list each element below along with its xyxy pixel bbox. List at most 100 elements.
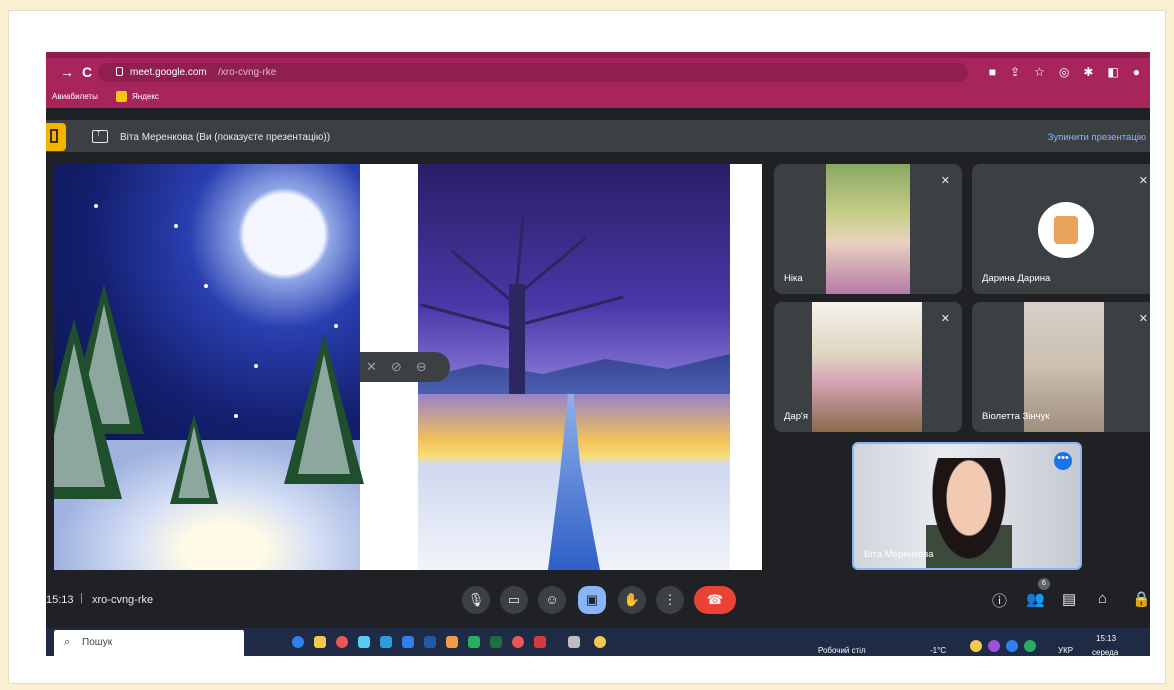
stop-presenting-button[interactable]: Зупинити презентацію [1048,132,1146,143]
presenter-text: Віта Меренкова (Ви (показуєте презентаці… [120,132,331,143]
painting-star [254,364,258,368]
store-icon[interactable] [380,636,392,648]
microphone-icon: 🎙 [467,592,485,607]
hand-icon: ✋ [623,592,641,607]
meet-logo-icon [46,123,66,151]
edge-icon[interactable] [292,636,304,648]
app-icon[interactable] [424,636,436,648]
mic-off-icon[interactable]: ✕ [366,359,377,375]
camera-icon[interactable]: ■ [989,65,996,79]
self-video-tile[interactable]: ••• Віта Меренкова [852,442,1082,570]
raise-hand-button[interactable]: ✋ [618,586,646,614]
browser-toolbar-icons: ■ ⇪ ☆ ◎ ✱ ◧ ● [989,65,1140,79]
present-screen-icon [92,128,108,143]
bookmark-flights[interactable]: Авиабилеты [52,92,98,101]
painting-tree-small [170,414,218,504]
language-indicator[interactable]: УКР [1058,646,1073,655]
puzzle-icon[interactable]: ✱ [1083,65,1093,79]
url-path: /xro-cvng-rke [218,67,277,78]
address-bar: → C meet.google.com /xro-cvng-rke ■ ⇪ ☆ … [46,58,1150,86]
participant-tile[interactable]: ✕ Ніка [774,164,962,294]
search-input[interactable]: Пошук [82,637,112,648]
presentation-controls: ✕ ⊘ ⊖ [360,352,450,382]
meeting-time: 15:13 [46,594,74,606]
emoji-icon: ☺ [545,592,559,607]
yandex-icon [116,91,127,102]
participant-tile[interactable]: ✕ Дарина Дарина [972,164,1150,294]
self-video [926,458,1012,568]
painting-star [204,284,208,288]
opera-icon[interactable] [512,636,524,648]
more-button[interactable]: ⋮ [656,586,684,614]
search-icon: ⌕ [64,636,71,648]
participant-video [812,302,922,432]
taskbar-time: 15:13 [1096,634,1117,643]
temperature: -1°C [930,646,947,655]
participant-video [826,164,910,294]
participant-name: Ніка [784,273,803,284]
painting-star [234,414,238,418]
profile-avatar-icon[interactable]: ● [1133,65,1140,79]
painting-tree-left-2 [54,319,122,499]
people-icon[interactable]: 👥 [1026,590,1045,608]
taskbar-search[interactable]: ⌕ Пошук [54,630,244,656]
bookmarks-bar: Авиабилеты Яндекс [46,86,1150,108]
host-controls-icon[interactable]: 🔒 [1132,590,1150,608]
screen: → C meet.google.com /xro-cvng-rke ■ ⇪ ☆ … [46,52,1150,656]
camera-icon: ▭ [507,592,521,607]
lock-icon [116,67,123,76]
mic-off-icon: ✕ [1138,175,1148,187]
reload-icon[interactable]: C [82,64,92,80]
tray-icon[interactable] [1006,640,1018,652]
separator: | [80,592,83,604]
app-icon[interactable] [490,636,502,648]
url-host: meet.google.com [130,67,207,78]
painting-star [334,324,338,328]
presentation-stage: ✕ ⊘ ⊖ [54,164,762,570]
excel-icon[interactable] [468,636,480,648]
more-vert-icon: ⋮ [663,592,677,607]
sidepanel-icon[interactable]: ◧ [1107,65,1118,79]
painting-tree-right [284,334,364,484]
present-button[interactable]: ▣ [578,586,606,614]
end-call-button[interactable]: ☎ [694,586,736,614]
star-icon[interactable]: ☆ [1034,65,1045,79]
minimize-icon[interactable]: ⊖ [416,359,427,375]
opera-icon[interactable] [336,636,348,648]
info-icon[interactable]: ⓘ [992,590,1007,611]
painting-star [94,204,98,208]
files-icon[interactable] [314,636,326,648]
explorer-icon[interactable] [446,636,458,648]
present-icon: ▣ [585,592,599,607]
hide-icon[interactable]: ⊘ [391,359,402,375]
tray-icon[interactable] [988,640,1000,652]
app-icon[interactable] [568,636,580,648]
desktop-label[interactable]: Робочий стіл [818,646,866,655]
taskbar-date: середа [1092,648,1119,656]
self-name: Віта Меренкова [864,549,934,560]
mail-icon[interactable] [358,636,370,648]
app-icon[interactable] [534,636,546,648]
forward-icon[interactable]: → [60,64,74,80]
mic-off-icon: ✕ [940,313,950,325]
microphone-button[interactable]: 🎙 [462,586,490,614]
participant-tile[interactable]: ✕ Віолетта Зінчук [972,302,1150,432]
extension-icon[interactable]: ◎ [1059,65,1069,79]
mic-off-icon: ✕ [940,175,950,187]
participant-name: Віолетта Зінчук [982,411,1050,422]
avatar [1038,202,1094,258]
camera-button[interactable]: ▭ [500,586,528,614]
bookmark-yandex[interactable]: Яндекс [132,92,159,101]
participant-count-badge: 6 [1038,578,1050,590]
tray-icon[interactable] [1024,640,1036,652]
share-icon[interactable]: ⇪ [1010,65,1020,79]
activities-icon[interactable]: ⌂ [1098,590,1107,607]
tray-icon[interactable] [970,640,982,652]
word-icon[interactable] [402,636,414,648]
more-options-icon[interactable]: ••• [1054,452,1072,470]
participant-tile[interactable]: ✕ Дар'я [774,302,962,432]
chat-icon[interactable]: ▤ [1062,590,1076,608]
reactions-button[interactable]: ☺ [538,586,566,614]
mic-off-icon: ✕ [1138,313,1148,325]
chrome-icon[interactable] [594,636,606,648]
